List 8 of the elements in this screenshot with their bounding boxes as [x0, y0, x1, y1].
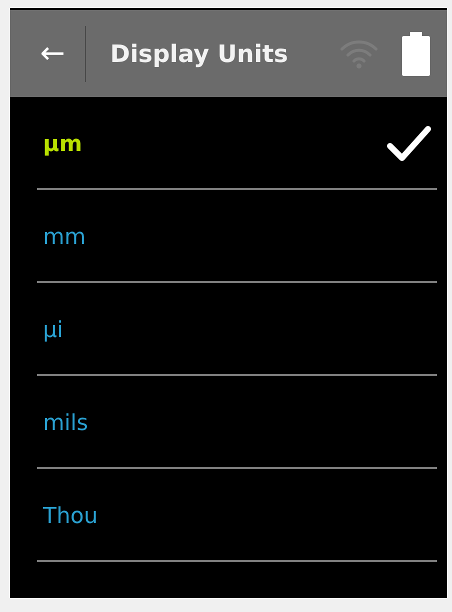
- screen-title: Display Units: [110, 38, 288, 70]
- unit-option[interactable]: Thou: [37, 469, 437, 562]
- unit-option[interactable]: mils: [37, 376, 437, 469]
- unit-option[interactable]: mm: [37, 190, 437, 283]
- unit-option[interactable]: µi: [37, 283, 437, 376]
- unit-option[interactable]: µm: [37, 97, 437, 190]
- back-button[interactable]: ←: [40, 38, 86, 68]
- battery-icon: [401, 32, 431, 76]
